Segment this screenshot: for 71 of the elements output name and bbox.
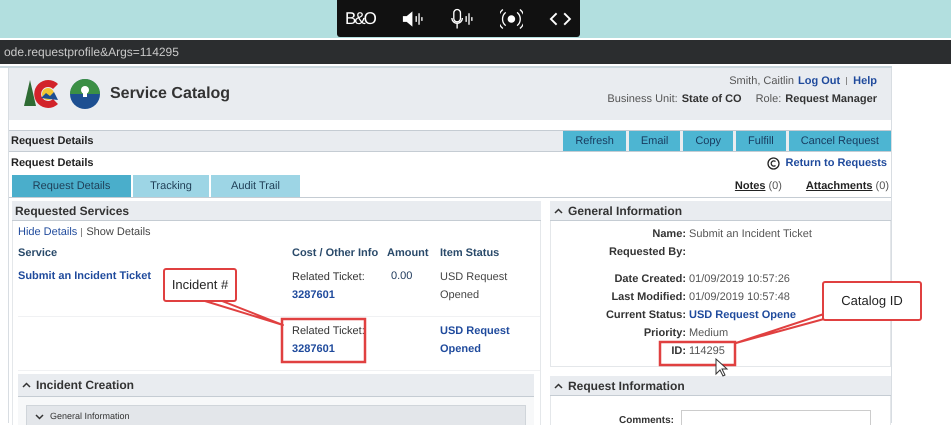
action-button[interactable]: Copy — [683, 131, 734, 151]
action-button[interactable]: Email — [628, 131, 680, 151]
cursor-icon — [716, 358, 728, 377]
brand-logo: B&O — [345, 10, 375, 27]
count-text: (0) — [876, 178, 889, 194]
status-text: USD Request Opened — [440, 270, 508, 303]
field-label: Last Modified: — [610, 290, 687, 305]
action-button[interactable]: Cancel Request — [788, 131, 891, 151]
section-title: Incident Creation — [36, 377, 134, 394]
broadcast-icon[interactable] — [500, 8, 524, 30]
user-name: Smith, Caitlin — [729, 74, 794, 89]
field-value: 01/09/2019 10:57:26 — [689, 272, 790, 287]
action-button[interactable]: Refresh — [563, 131, 626, 151]
field-value: State of CO — [682, 92, 742, 106]
tab[interactable]: Audit Trail — [211, 175, 300, 197]
section-title: Request Information — [568, 378, 685, 394]
ticket-link[interactable]: 3287601 — [292, 286, 335, 304]
field-label: Comments: — [618, 414, 675, 425]
column-header: Amount — [387, 246, 430, 261]
info-label: Related Ticket: — [292, 270, 366, 285]
info-label: Related Ticket: — [292, 324, 366, 339]
field-label: ID: — [670, 344, 687, 359]
copyright-icon — [766, 156, 780, 170]
tab[interactable]: Request Details — [12, 175, 131, 197]
field-label: Role: — [756, 92, 782, 106]
url-text: ode.requestprofile&Args=114295 — [4, 44, 179, 61]
status-link[interactable]: USD Request Opened — [440, 322, 510, 358]
caret-down-icon[interactable] — [35, 414, 44, 420]
caret-up-icon[interactable] — [554, 382, 563, 388]
column-header: Cost / Other Info — [292, 246, 380, 261]
count-text: (0) — [768, 178, 782, 194]
field-value: 01/09/2019 10:57:48 — [689, 290, 790, 305]
bar-title: Request Details — [10, 134, 94, 149]
field-label: Business Unit: — [607, 92, 678, 106]
section-header: Requested Services — [12, 201, 541, 221]
section-title: General Information — [568, 202, 682, 220]
field-label: Name: — [651, 226, 687, 242]
field-value: 114295 — [689, 344, 725, 359]
field-label: Priority: — [642, 326, 687, 341]
service-link[interactable]: Submit an Incident Ticket — [18, 270, 152, 282]
subsection-title: General Information — [50, 410, 130, 424]
app-title: Service Catalog — [110, 84, 230, 104]
action-button[interactable]: Fulfill — [736, 131, 786, 151]
return-link[interactable]: Return to Requests — [786, 154, 887, 172]
column-header: Item Status — [440, 246, 500, 261]
header-link[interactable]: Log Out — [798, 73, 840, 90]
microphone-icon[interactable] — [450, 8, 474, 30]
column-header: Service — [18, 246, 58, 261]
status-link[interactable]: USD Request Opene — [689, 306, 796, 324]
tab-link[interactable]: Attachments — [806, 178, 873, 194]
code-icon[interactable] — [549, 10, 572, 26]
callout-box: Incident # — [163, 268, 237, 302]
field-value: Medium — [689, 326, 728, 341]
callout-box: Catalog ID — [822, 281, 922, 321]
caret-up-icon[interactable] — [22, 382, 31, 388]
page-title: Request Details — [10, 156, 94, 171]
details-link[interactable]: Show Details — [86, 224, 151, 240]
field-value: Request Manager — [785, 92, 877, 106]
caret-up-icon[interactable] — [554, 208, 563, 214]
details-link[interactable]: Hide Details — [18, 224, 78, 240]
comments-field[interactable] — [681, 410, 871, 425]
amount-text: 0.00 — [391, 270, 412, 282]
tab-link[interactable]: Notes — [734, 178, 766, 194]
speaker-icon[interactable] — [400, 8, 424, 28]
field-value: Submit an Incident Ticket — [689, 226, 812, 242]
header-link[interactable]: Help — [853, 73, 877, 90]
field-label: Current Status: — [604, 308, 687, 323]
field-label: Requested By: — [608, 244, 687, 260]
field-label: Date Created: — [613, 272, 687, 287]
ticket-link[interactable]: 3287601 — [292, 340, 335, 358]
tab[interactable]: Tracking — [133, 175, 209, 197]
